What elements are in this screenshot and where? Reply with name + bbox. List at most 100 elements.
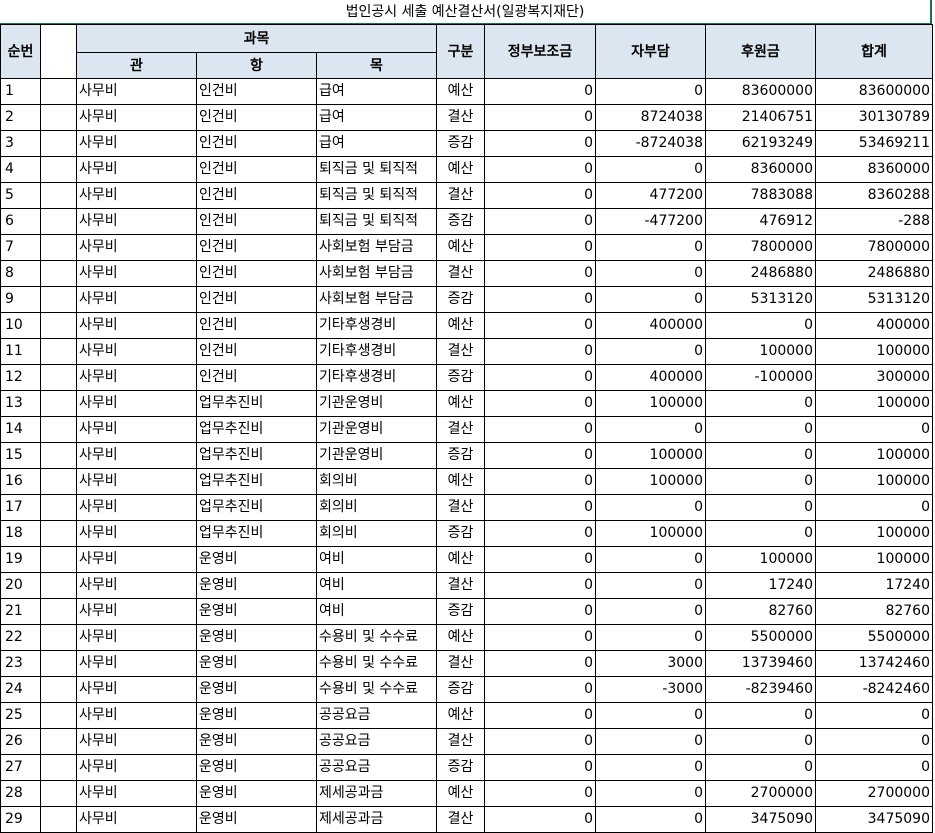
cell-gov-subsidy[interactable]: 0 <box>484 208 596 235</box>
cell-gov-subsidy[interactable]: 0 <box>484 780 596 807</box>
cell-self-funded[interactable]: 0 <box>595 494 706 521</box>
cell-hang[interactable]: 인건비 <box>196 364 317 391</box>
cell-mok[interactable]: 기타후생경비 <box>316 364 437 391</box>
header-gwan[interactable]: 관 <box>76 52 197 79</box>
cell-type[interactable]: 결산 <box>436 338 485 365</box>
cell-type[interactable]: 증감 <box>436 208 485 235</box>
cell-total[interactable]: 8360288 <box>815 182 933 209</box>
cell-blank[interactable] <box>40 104 77 131</box>
cell-no[interactable]: 23 <box>0 650 41 677</box>
cell-hang[interactable]: 인건비 <box>196 156 317 183</box>
cell-no[interactable]: 28 <box>0 780 41 807</box>
cell-type[interactable]: 예산 <box>436 468 485 495</box>
cell-mok[interactable]: 사회보험 부담금 <box>316 286 437 313</box>
cell-no[interactable]: 27 <box>0 754 41 781</box>
cell-gov-subsidy[interactable]: 0 <box>484 624 596 651</box>
cell-blank[interactable] <box>40 208 77 235</box>
cell-total[interactable]: 0 <box>815 702 933 729</box>
cell-mok[interactable]: 제세공과금 <box>316 780 437 807</box>
cell-gwan[interactable]: 사무비 <box>76 598 197 625</box>
cell-gwan[interactable]: 사무비 <box>76 208 197 235</box>
cell-type[interactable]: 결산 <box>436 650 485 677</box>
cell-blank[interactable] <box>40 494 77 521</box>
cell-self-funded[interactable]: 0 <box>595 754 706 781</box>
cell-hang[interactable]: 인건비 <box>196 104 317 131</box>
cell-blank[interactable] <box>40 572 77 599</box>
cell-total[interactable]: 82760 <box>815 598 933 625</box>
cell-gwan[interactable]: 사무비 <box>76 260 197 287</box>
cell-gov-subsidy[interactable]: 0 <box>484 702 596 729</box>
cell-gov-subsidy[interactable]: 0 <box>484 546 596 573</box>
cell-type[interactable]: 결산 <box>436 728 485 755</box>
cell-mok[interactable]: 급여 <box>316 130 437 157</box>
cell-mok[interactable]: 사회보험 부담금 <box>316 260 437 287</box>
cell-type[interactable]: 결산 <box>436 104 485 131</box>
cell-donation[interactable]: 2486880 <box>705 260 816 287</box>
cell-gwan[interactable]: 사무비 <box>76 728 197 755</box>
cell-gwan[interactable]: 사무비 <box>76 312 197 339</box>
cell-blank[interactable] <box>40 598 77 625</box>
cell-mok[interactable]: 공공요금 <box>316 702 437 729</box>
cell-total[interactable]: 3475090 <box>815 806 933 833</box>
header-blank[interactable] <box>40 24 77 79</box>
cell-mok[interactable]: 기타후생경비 <box>316 312 437 339</box>
cell-blank[interactable] <box>40 624 77 651</box>
cell-mok[interactable]: 기관운영비 <box>316 442 437 469</box>
cell-no[interactable]: 29 <box>0 806 41 833</box>
cell-mok[interactable]: 퇴직금 및 퇴직적 <box>316 208 437 235</box>
cell-total[interactable]: 0 <box>815 728 933 755</box>
cell-blank[interactable] <box>40 676 77 703</box>
cell-type[interactable]: 증감 <box>436 676 485 703</box>
cell-type[interactable]: 예산 <box>436 312 485 339</box>
cell-type[interactable]: 예산 <box>436 780 485 807</box>
cell-donation[interactable]: 21406751 <box>705 104 816 131</box>
cell-donation[interactable]: 100000 <box>705 338 816 365</box>
cell-total[interactable]: 100000 <box>815 338 933 365</box>
cell-total[interactable]: 2486880 <box>815 260 933 287</box>
cell-total[interactable]: 30130789 <box>815 104 933 131</box>
header-total[interactable]: 합계 <box>815 24 933 79</box>
cell-hang[interactable]: 인건비 <box>196 312 317 339</box>
cell-hang[interactable]: 운영비 <box>196 624 317 651</box>
cell-self-funded[interactable]: 100000 <box>595 468 706 495</box>
cell-gov-subsidy[interactable]: 0 <box>484 286 596 313</box>
cell-total[interactable]: 2700000 <box>815 780 933 807</box>
cell-self-funded[interactable]: 400000 <box>595 312 706 339</box>
cell-gov-subsidy[interactable]: 0 <box>484 104 596 131</box>
cell-hang[interactable]: 운영비 <box>196 728 317 755</box>
cell-gwan[interactable]: 사무비 <box>76 416 197 443</box>
cell-gov-subsidy[interactable]: 0 <box>484 442 596 469</box>
cell-no[interactable]: 9 <box>0 286 41 313</box>
cell-gov-subsidy[interactable]: 0 <box>484 260 596 287</box>
cell-self-funded[interactable]: 3000 <box>595 650 706 677</box>
cell-gov-subsidy[interactable]: 0 <box>484 754 596 781</box>
cell-no[interactable]: 1 <box>0 78 41 105</box>
cell-gov-subsidy[interactable]: 0 <box>484 234 596 261</box>
cell-self-funded[interactable]: 0 <box>595 416 706 443</box>
cell-type[interactable]: 결산 <box>436 182 485 209</box>
cell-blank[interactable] <box>40 156 77 183</box>
cell-mok[interactable]: 기관운영비 <box>316 390 437 417</box>
cell-self-funded[interactable]: 0 <box>595 546 706 573</box>
cell-blank[interactable] <box>40 520 77 547</box>
cell-blank[interactable] <box>40 260 77 287</box>
cell-donation[interactable]: 0 <box>705 754 816 781</box>
cell-blank[interactable] <box>40 78 77 105</box>
cell-gov-subsidy[interactable]: 0 <box>484 598 596 625</box>
cell-blank[interactable] <box>40 468 77 495</box>
cell-total[interactable]: 0 <box>815 494 933 521</box>
cell-donation[interactable]: 100000 <box>705 546 816 573</box>
cell-self-funded[interactable]: 100000 <box>595 520 706 547</box>
cell-gov-subsidy[interactable]: 0 <box>484 676 596 703</box>
cell-gov-subsidy[interactable]: 0 <box>484 78 596 105</box>
cell-no[interactable]: 7 <box>0 234 41 261</box>
cell-donation[interactable]: 0 <box>705 312 816 339</box>
cell-self-funded[interactable]: 477200 <box>595 182 706 209</box>
cell-hang[interactable]: 운영비 <box>196 546 317 573</box>
cell-self-funded[interactable]: 400000 <box>595 364 706 391</box>
sheet-title[interactable]: 법인공시 세출 예산결산서(일광복지재단) <box>0 0 932 24</box>
cell-donation[interactable]: 0 <box>705 520 816 547</box>
cell-donation[interactable]: 82760 <box>705 598 816 625</box>
cell-hang[interactable]: 업무추진비 <box>196 390 317 417</box>
cell-mok[interactable]: 회의비 <box>316 468 437 495</box>
